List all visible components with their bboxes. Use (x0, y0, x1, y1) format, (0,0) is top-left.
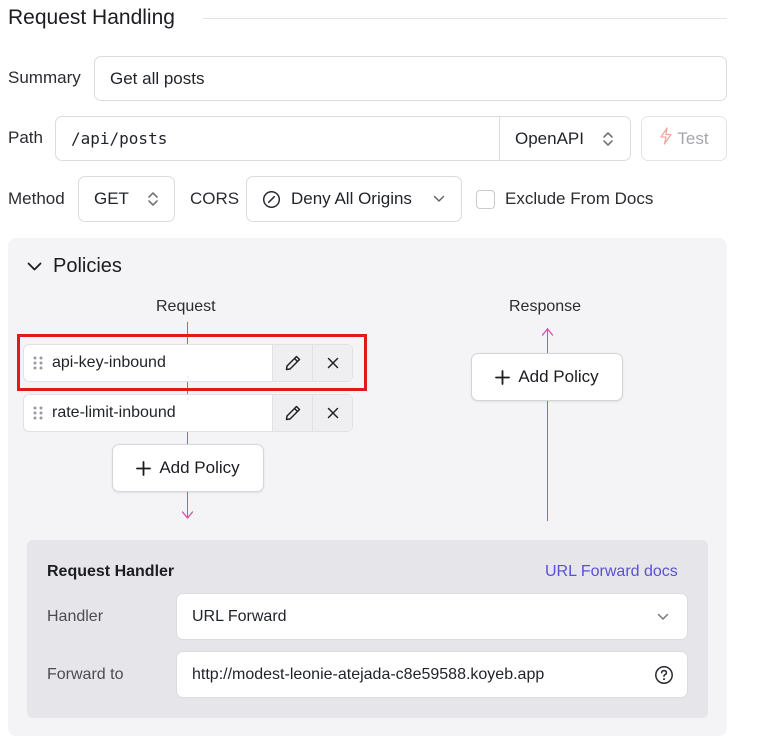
test-button-label: Test (677, 128, 709, 148)
chevron-down-icon (433, 195, 445, 203)
chevron-down-icon (27, 262, 42, 272)
close-icon (327, 407, 339, 419)
pencil-icon (284, 404, 302, 422)
summary-input[interactable]: Get all posts (94, 56, 727, 101)
chevron-down-icon (657, 613, 669, 621)
policies-toggle[interactable]: Policies (27, 255, 122, 278)
response-flow-label: Response (509, 298, 582, 315)
forward-to-label: Forward to (47, 666, 124, 683)
exclude-from-docs-checkbox[interactable] (476, 190, 495, 209)
method-value: GET (94, 189, 129, 208)
arrow-up-icon (541, 326, 554, 344)
lightning-icon (659, 127, 673, 150)
spec-select-value: OpenAPI (515, 128, 584, 148)
updown-chevron-icon (147, 190, 159, 208)
test-button[interactable]: Test (641, 116, 727, 161)
handler-value: URL Forward (192, 607, 287, 625)
forward-to-value: http://modest-leonie-atejada-c8e59588.ko… (192, 665, 545, 683)
add-request-policy-button[interactable]: Add Policy (112, 444, 264, 492)
cors-select[interactable]: Deny All Origins (246, 176, 462, 222)
path-value: /api/posts (71, 129, 168, 148)
help-circle-icon[interactable] (654, 665, 674, 685)
url-forward-docs-link[interactable]: URL Forward docs (545, 563, 678, 581)
policy-row[interactable]: rate-limit-inbound (23, 394, 353, 432)
request-handler-title: Request Handler (47, 563, 175, 580)
plus-icon (495, 369, 511, 385)
exclude-from-docs-label: Exclude From Docs (505, 189, 654, 208)
summary-value: Get all posts (110, 68, 205, 88)
section-divider (203, 18, 727, 19)
method-label: Method (8, 189, 65, 208)
remove-policy-button[interactable] (312, 395, 352, 431)
add-policy-label: Add Policy (518, 367, 599, 386)
updown-chevron-icon (602, 130, 614, 148)
policies-title: Policies (53, 255, 122, 277)
plus-icon (136, 460, 152, 476)
edit-policy-button[interactable] (272, 395, 312, 431)
section-title: Request Handling (8, 6, 175, 29)
spec-select[interactable]: OpenAPI (499, 117, 630, 160)
handler-label: Handler (47, 608, 104, 625)
path-label: Path (8, 128, 43, 147)
path-input[interactable]: /api/posts (56, 117, 499, 160)
arrow-down-icon (181, 507, 194, 525)
request-flow-label: Request (156, 298, 216, 315)
forward-to-input[interactable]: http://modest-leonie-atejada-c8e59588.ko… (176, 651, 688, 698)
cors-label: CORS (190, 189, 240, 208)
add-response-policy-button[interactable]: Add Policy (471, 353, 623, 401)
summary-label: Summary (8, 68, 81, 87)
forbidden-circle-icon (262, 190, 281, 209)
drag-handle-icon[interactable] (24, 395, 52, 431)
policy-name: rate-limit-inbound (52, 404, 176, 421)
cors-value: Deny All Origins (291, 189, 412, 208)
path-input-group: /api/posts OpenAPI (55, 116, 631, 161)
method-select[interactable]: GET (78, 176, 175, 222)
handler-select[interactable]: URL Forward (176, 593, 688, 640)
highlight-box (17, 334, 367, 391)
add-policy-label: Add Policy (159, 458, 240, 477)
